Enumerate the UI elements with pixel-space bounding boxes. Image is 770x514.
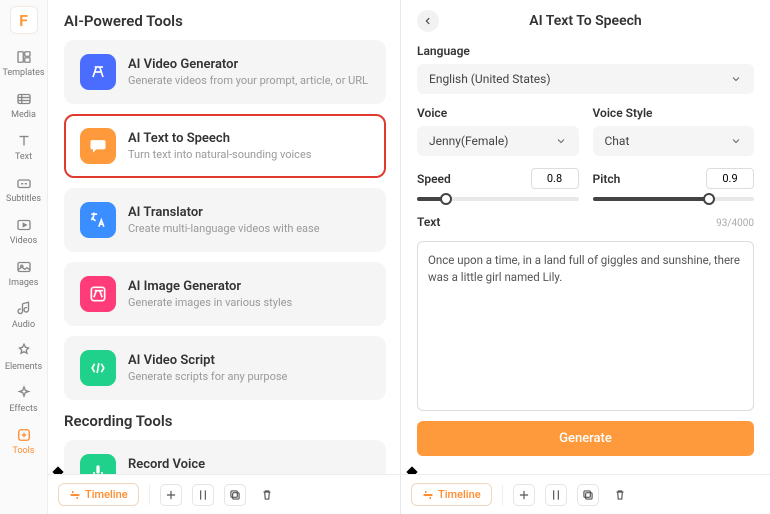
voice-label: Voice — [417, 106, 579, 120]
speed-label: Speed — [417, 172, 451, 186]
tool-title: AI Image Generator — [128, 279, 292, 294]
tool-desc: Create multi-language videos with ease — [128, 222, 320, 235]
tool-ai-text-to-speech[interactable]: AI Text to Speech Turn text into natural… — [64, 114, 386, 178]
timeline-label: Timeline — [438, 488, 481, 501]
timeline-button[interactable]: Timeline — [58, 483, 139, 506]
app-sidebar: F Templates Media Text Subtitles Videos … — [0, 0, 48, 514]
app-logo: F — [10, 6, 38, 34]
voice-style-select[interactable]: Chat — [593, 126, 755, 156]
tool-desc: Generate scripts for any purpose — [128, 370, 287, 383]
panel-title: AI Text To Speech — [439, 13, 732, 29]
speed-slider[interactable] — [417, 197, 579, 201]
sidebar-label: Images — [9, 278, 39, 288]
bottom-toolbar-right: Timeline — [401, 474, 770, 514]
sidebar-item-media[interactable]: Media — [0, 84, 47, 126]
sidebar-item-tools[interactable]: Tools — [0, 420, 47, 462]
sidebar-label: Videos — [10, 236, 38, 246]
image-generator-icon — [80, 276, 116, 312]
voice-style-label: Voice Style — [593, 106, 755, 120]
timeline-icon — [69, 489, 81, 501]
tool-ai-translator[interactable]: AI Translator Create multi-language vide… — [64, 188, 386, 252]
sidebar-item-videos[interactable]: Videos — [0, 210, 47, 252]
copy-button[interactable] — [577, 484, 599, 506]
tool-desc: Generate images in various styles — [128, 296, 292, 309]
tool-ai-video-script[interactable]: AI Video Script Generate scripts for any… — [64, 336, 386, 400]
language-label: Language — [417, 44, 754, 58]
sidebar-item-elements[interactable]: Elements — [0, 336, 47, 378]
add-button[interactable] — [160, 484, 182, 506]
language-value: English (United States) — [429, 72, 551, 86]
voice-style-value: Chat — [605, 134, 630, 148]
toolbar-divider — [502, 485, 503, 505]
tool-title: Record Voice — [128, 457, 296, 472]
sidebar-label: Elements — [5, 362, 42, 372]
sidebar-label: Audio — [12, 320, 35, 330]
delete-button[interactable] — [256, 484, 278, 506]
bottom-toolbar-left: Timeline — [48, 474, 400, 514]
tool-title: AI Text to Speech — [128, 131, 311, 146]
tool-desc: Generate videos from your prompt, articl… — [128, 74, 368, 87]
tool-title: AI Video Generator — [128, 57, 368, 72]
sidebar-item-text[interactable]: Text — [0, 126, 47, 168]
language-select[interactable]: English (United States) — [417, 64, 754, 94]
sidebar-item-subtitles[interactable]: Subtitles — [0, 168, 47, 210]
timeline-button[interactable]: Timeline — [411, 483, 492, 506]
tool-title: AI Video Script — [128, 353, 287, 368]
tool-desc: Turn text into natural-sounding voices — [128, 148, 311, 161]
translator-icon — [80, 202, 116, 238]
add-button[interactable] — [513, 484, 535, 506]
tools-panel: AI-Powered Tools AI Video Generator Gene… — [48, 0, 400, 514]
toolbar-divider — [149, 485, 150, 505]
tool-ai-video-generator[interactable]: AI Video Generator Generate videos from … — [64, 40, 386, 104]
tts-icon — [80, 128, 116, 164]
sidebar-item-images[interactable]: Images — [0, 252, 47, 294]
tool-title: AI Translator — [128, 205, 320, 220]
sidebar-item-effects[interactable]: Effects — [0, 378, 47, 420]
sidebar-label: Templates — [2, 68, 44, 78]
generate-button[interactable]: Generate — [417, 421, 754, 456]
pitch-value[interactable]: 0.9 — [706, 168, 754, 189]
sidebar-item-audio[interactable]: Audio — [0, 294, 47, 336]
chevron-down-icon — [730, 73, 742, 85]
tool-ai-image-generator[interactable]: AI Image Generator Generate images in va… — [64, 262, 386, 326]
voice-select[interactable]: Jenny(Female) — [417, 126, 579, 156]
chevron-down-icon — [555, 135, 567, 147]
pitch-slider[interactable] — [593, 197, 755, 201]
delete-button[interactable] — [609, 484, 631, 506]
sidebar-item-templates[interactable]: Templates — [0, 42, 47, 84]
sidebar-label: Effects — [9, 404, 37, 414]
video-script-icon — [80, 350, 116, 386]
timeline-icon — [422, 489, 434, 501]
sidebar-label: Tools — [12, 446, 34, 456]
char-count: 93/4000 — [716, 218, 754, 229]
pitch-label: Pitch — [593, 172, 621, 186]
text-label: Text — [417, 215, 440, 229]
recording-tools-section-title: Recording Tools — [64, 412, 386, 430]
tts-text-input[interactable] — [417, 241, 754, 411]
split-button[interactable] — [192, 484, 214, 506]
copy-button[interactable] — [224, 484, 246, 506]
chevron-down-icon — [730, 135, 742, 147]
ai-video-generator-icon — [80, 54, 116, 90]
ai-tools-section-title: AI-Powered Tools — [64, 12, 386, 30]
speed-value[interactable]: 0.8 — [531, 168, 579, 189]
sidebar-label: Subtitles — [6, 194, 41, 204]
sidebar-label: Text — [15, 152, 32, 162]
tts-settings-panel: AI Text To Speech Language English (Unit… — [401, 0, 770, 514]
back-button[interactable] — [417, 10, 439, 32]
timeline-label: Timeline — [85, 488, 128, 501]
sidebar-label: Media — [11, 110, 36, 120]
voice-value: Jenny(Female) — [429, 134, 508, 148]
split-button[interactable] — [545, 484, 567, 506]
